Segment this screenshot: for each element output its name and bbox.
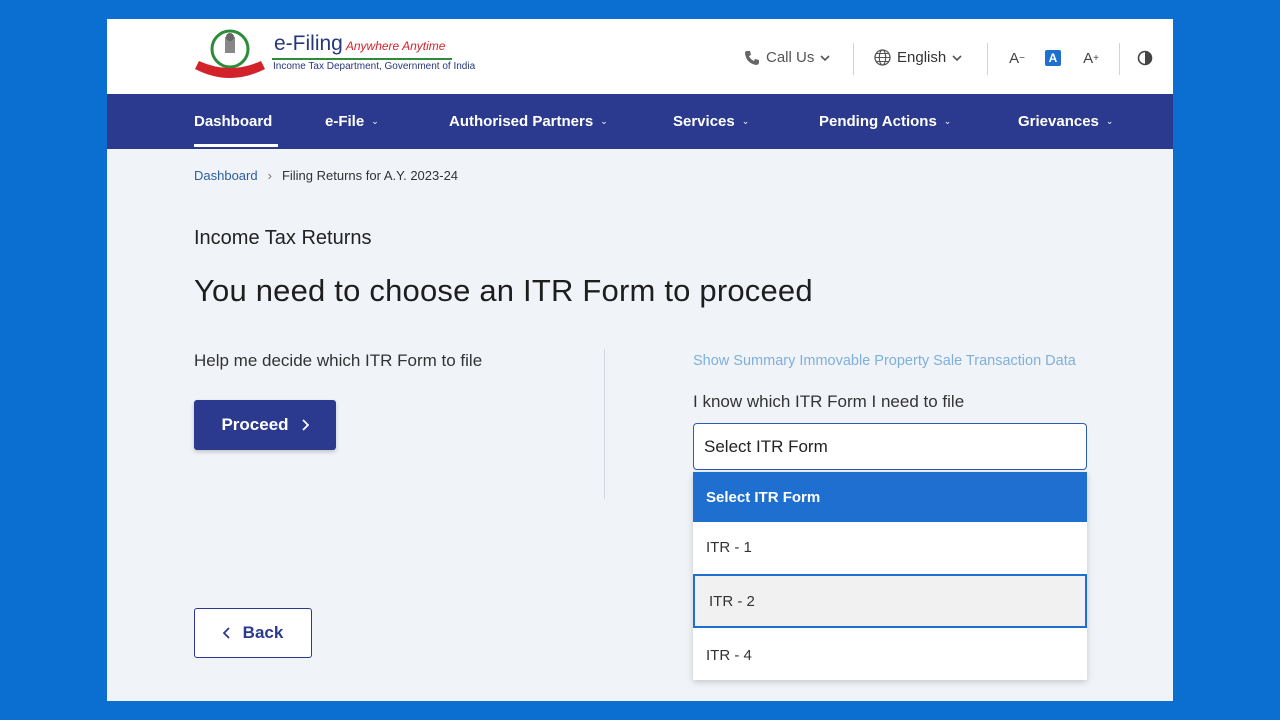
breadcrumb: Dashboard › Filing Returns for A.Y. 2023…: [194, 168, 458, 183]
font-increase-button[interactable]: A +: [1081, 47, 1101, 69]
chevron-down-icon: ⌄: [943, 116, 952, 126]
header-divider: [1119, 43, 1120, 75]
nav-item-pending-actions[interactable]: Pending Actions ⌄: [819, 94, 951, 149]
header-divider: [987, 43, 988, 75]
proceed-button[interactable]: Proceed: [194, 400, 336, 450]
nav-label: Services: [673, 113, 735, 130]
column-divider: [604, 349, 605, 499]
nav-label: Pending Actions: [819, 113, 937, 130]
chevron-right-icon: [301, 419, 309, 431]
breadcrumb-current: Filing Returns for A.Y. 2023-24: [281, 168, 459, 183]
phone-icon: [745, 50, 759, 65]
itr-form-dropdown: Select ITR Form ITR - 1 ITR - 2 ITR - 4: [693, 472, 1087, 680]
nav-item-efile[interactable]: e-File ⌄: [325, 94, 379, 149]
brand-underline: [272, 58, 452, 60]
contrast-icon[interactable]: [1137, 50, 1153, 66]
chevron-down-icon: ⌄: [741, 116, 750, 126]
font-decrease-label: A: [1009, 49, 1020, 67]
nav-label: Authorised Partners: [449, 113, 594, 130]
nav-label: Dashboard: [194, 113, 273, 130]
brand-tagline: Anywhere Anytime: [345, 39, 446, 53]
main-nav: Dashboard e-File ⌄ Authorised Partners ⌄ S…: [107, 94, 1173, 149]
chevron-right-icon: ›: [267, 168, 272, 183]
chevron-down-icon: [952, 54, 962, 61]
breadcrumb-dashboard-link[interactable]: Dashboard: [194, 168, 258, 183]
brand-subtitle: Income Tax Department, Government of Ind…: [273, 61, 476, 72]
font-decrease-button[interactable]: A −: [1007, 47, 1027, 69]
brand-title: e-Filing Anywhere Anytime: [274, 32, 445, 56]
nav-item-authorised-partners[interactable]: Authorised Partners ⌄: [449, 94, 608, 149]
font-normal-button[interactable]: A: [1045, 50, 1061, 66]
globe-icon: [874, 49, 891, 66]
itr-form-select[interactable]: Select ITR Form: [693, 423, 1087, 470]
font-increase-label: A: [1083, 49, 1094, 67]
nav-label: Grievances: [1018, 113, 1099, 130]
help-decide-text: Help me decide which ITR Form to file: [194, 351, 483, 370]
call-us-dropdown[interactable]: Call Us: [744, 49, 830, 66]
proceed-label: Proceed: [221, 415, 289, 434]
call-us-label: Call Us: [766, 49, 815, 66]
site-header: e-Filing Anywhere Anytime Income Tax Depa…: [107, 19, 1173, 94]
app-frame: e-Filing Anywhere Anytime Income Tax Depa…: [107, 19, 1173, 701]
dropdown-option-itr-2[interactable]: ITR - 2: [693, 574, 1087, 628]
language-dropdown[interactable]: English: [874, 49, 962, 66]
dropdown-option-itr-4[interactable]: ITR - 4: [693, 630, 1087, 680]
india-emblem-icon[interactable]: [193, 27, 267, 79]
chevron-down-icon: ⌄: [371, 116, 379, 126]
itr-form-select-label: I know which ITR Form I need to file: [693, 392, 965, 411]
page-title: You need to choose an ITR Form to procee…: [194, 273, 813, 308]
language-label: English: [897, 49, 947, 66]
header-divider: [853, 43, 854, 75]
brand-name: e-Filing: [274, 32, 343, 55]
chevron-left-icon: [222, 627, 230, 639]
nav-item-dashboard[interactable]: Dashboard: [194, 94, 279, 149]
nav-item-grievances[interactable]: Grievances ⌄: [1018, 94, 1113, 149]
summary-property-link[interactable]: Show Summary Immovable Property Sale Tra…: [693, 353, 1076, 369]
chevron-down-icon: ⌄: [600, 116, 608, 126]
back-label: Back: [242, 623, 284, 642]
chevron-down-icon: [820, 54, 830, 61]
section-title: Income Tax Returns: [194, 227, 372, 249]
dropdown-option-itr-1[interactable]: ITR - 1: [693, 522, 1087, 572]
dropdown-option-select-itr-form[interactable]: Select ITR Form: [693, 472, 1087, 522]
back-button[interactable]: Back: [194, 608, 312, 658]
chevron-down-icon: ⌄: [1105, 116, 1114, 126]
nav-item-services[interactable]: Services ⌄: [673, 94, 749, 149]
nav-label: e-File: [325, 113, 365, 130]
